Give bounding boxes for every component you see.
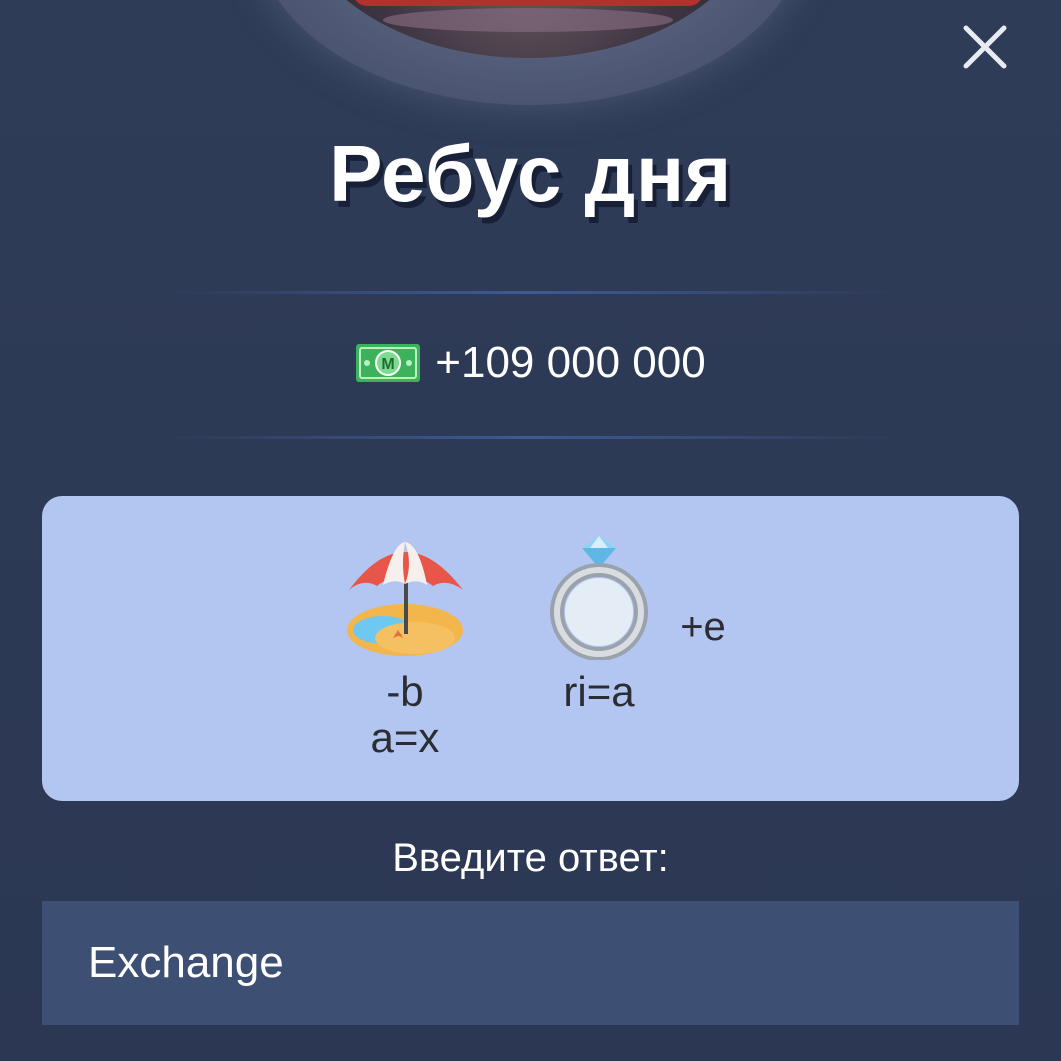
rebus-hint: -b — [386, 668, 424, 715]
rebus-hint: ri=a — [563, 668, 635, 715]
page-title: Ребус дня — [329, 129, 732, 218]
divider — [160, 436, 900, 439]
divider — [160, 291, 900, 294]
rebus-item-ring: ri=a — [534, 534, 664, 715]
ring-icon — [550, 536, 648, 661]
rebus-modal: Ребус дня M +109 000 000 -b a=x ri=a +e … — [0, 0, 1061, 1061]
reward-value: +109 000 000 — [435, 338, 706, 387]
rebus-hint: a=x — [370, 714, 440, 761]
close-icon[interactable] — [958, 20, 1012, 74]
beach-umbrella-icon — [347, 542, 463, 656]
rebus-hint: +e — [680, 605, 726, 649]
money-icon: M — [355, 341, 421, 385]
rebus-item-beach: -b a=x — [340, 534, 470, 761]
answer-input[interactable] — [42, 901, 1019, 1025]
answer-label: Введите ответ: — [392, 836, 669, 880]
money-icon-letter: M — [382, 356, 395, 373]
reward-amount: M +109 000 000 — [0, 338, 1061, 388]
rebus-card: -b a=x ri=a +e — [42, 496, 1019, 801]
